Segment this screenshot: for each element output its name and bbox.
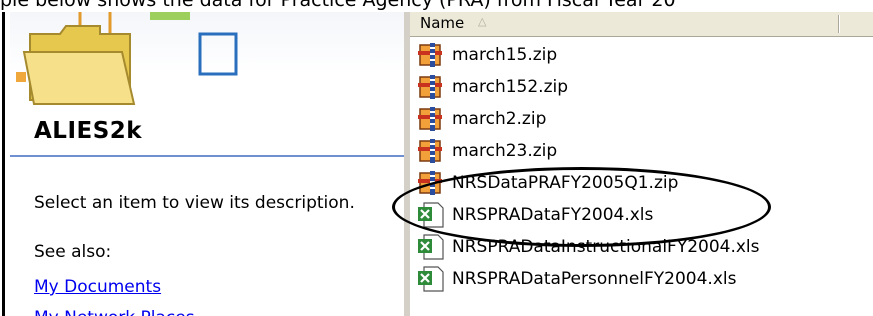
file-row-march2[interactable]: march2.zip [416, 103, 546, 135]
zip-archive-icon [418, 171, 442, 195]
link-my-network-places[interactable]: My Network Places [34, 308, 195, 316]
file-name: NRSPRADataFY2004.xls [452, 205, 654, 225]
zip-archive-icon [418, 75, 442, 99]
folder-title: ALIES2k [34, 118, 143, 144]
column-header-label: Name [420, 14, 465, 32]
file-name: NRSPRADataInstructionalFY2004.xls [452, 237, 760, 257]
description-text: Select an item to view its description. [34, 193, 355, 213]
file-name: march152.zip [452, 77, 569, 97]
file-name: NRSPRADataPersonnelFY2004.xls [452, 269, 737, 289]
explorer-window: ALIES2k Select an item to view its descr… [0, 12, 873, 316]
file-row-nrspradata-personnel[interactable]: NRSPRADataPersonnelFY2004.xls [416, 263, 736, 295]
task-pane: ALIES2k Select an item to view its descr… [4, 12, 408, 316]
excel-file-icon [418, 202, 444, 228]
folder-illustration-icon [16, 12, 238, 105]
file-row-march152[interactable]: march152.zip [416, 71, 568, 103]
file-row-march15[interactable]: march15.zip [416, 39, 557, 71]
excel-file-icon [418, 266, 444, 292]
document-caption: ple below shows the data for Practice Ag… [0, 0, 676, 11]
file-row-nrsdatapra[interactable]: NRSDataPRAFY2005Q1.zip [416, 167, 678, 199]
task-pane-header [10, 12, 408, 115]
sort-ascending-icon: △ [478, 16, 487, 28]
zip-archive-icon [418, 43, 442, 67]
see-also-label: See also: [34, 242, 112, 262]
title-underline [10, 155, 408, 157]
file-name: march2.zip [452, 109, 547, 129]
file-name: march23.zip [452, 141, 558, 161]
file-name: march15.zip [452, 45, 558, 65]
file-row-nrspradata-instructional[interactable]: NRSPRADataInstructionalFY2004.xls [416, 231, 760, 263]
column-header-name[interactable]: Name △ [410, 12, 873, 37]
window-border [2, 12, 5, 316]
file-row-nrspradata[interactable]: NRSPRADataFY2004.xls [416, 199, 653, 231]
file-name: NRSDataPRAFY2005Q1.zip [452, 173, 679, 193]
excel-file-icon [418, 234, 444, 260]
link-my-documents[interactable]: My Documents [34, 277, 161, 297]
zip-archive-icon [418, 139, 442, 163]
file-row-march23[interactable]: march23.zip [416, 135, 557, 167]
file-list-pane: Name △ march15.zip march152.zip march2.z… [410, 12, 873, 316]
zip-archive-icon [418, 107, 442, 131]
